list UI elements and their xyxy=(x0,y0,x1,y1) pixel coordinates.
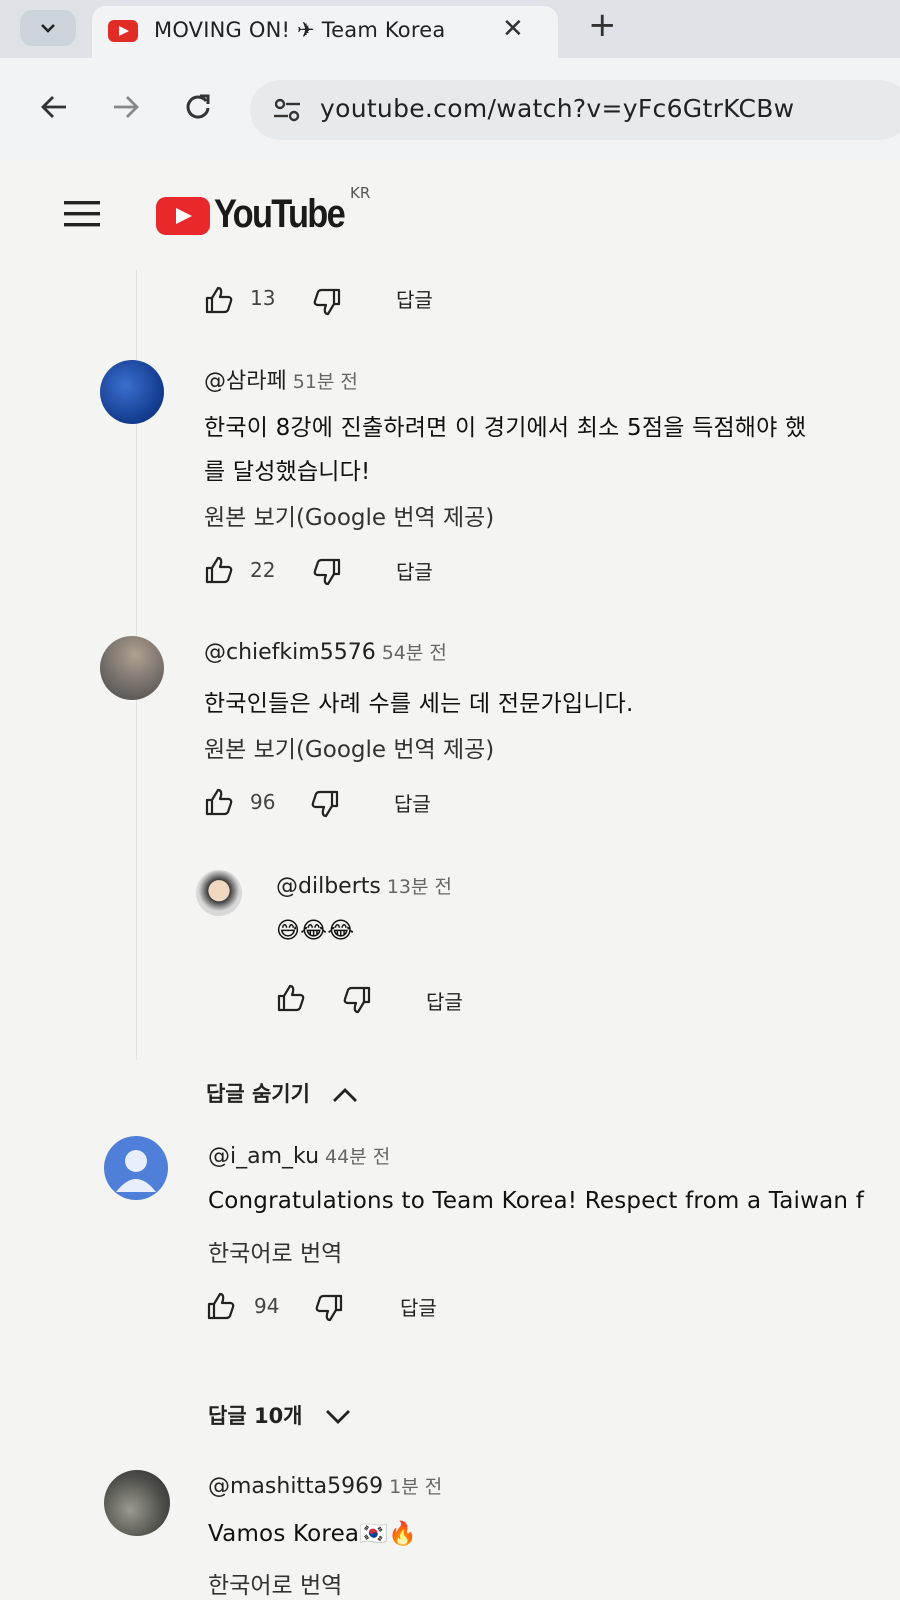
forward-icon[interactable] xyxy=(112,94,140,120)
like-icon[interactable] xyxy=(276,984,306,1012)
reply-button[interactable]: 답글 xyxy=(426,986,463,1015)
close-icon[interactable]: ✕ xyxy=(502,14,524,44)
comment-author-line: @dilberts 13분 전 xyxy=(276,872,452,899)
comment-author[interactable]: @삼라페 xyxy=(204,369,287,394)
reply-button[interactable]: 답글 xyxy=(394,788,431,817)
avatar[interactable] xyxy=(100,636,164,700)
comment-text-line1: 한국이 8강에 진출하려면 이 경기에서 최소 5점을 득점해야 했 xyxy=(204,415,807,441)
like-icon[interactable] xyxy=(204,788,234,816)
comment-text-line1: 😅😂😂 xyxy=(276,918,355,944)
default-avatar-icon xyxy=(116,1150,156,1192)
like-icon[interactable] xyxy=(206,1292,236,1320)
hide-replies-label: 답글 숨기기 xyxy=(206,1082,310,1106)
comment-time[interactable]: 51분 전 xyxy=(293,371,358,393)
back-icon[interactable] xyxy=(40,94,68,120)
like-count: 22 xyxy=(250,558,276,582)
tab-search-button[interactable] xyxy=(20,10,76,46)
like-icon[interactable] xyxy=(204,556,234,584)
plus-icon[interactable]: + xyxy=(588,5,617,45)
chevron-up-icon xyxy=(333,1088,358,1102)
reply-button[interactable]: 답글 xyxy=(400,1292,437,1321)
comment-text-line1: 한국인들은 사례 수를 세는 데 전문가입니다. xyxy=(204,691,634,717)
comment-author[interactable]: @dilberts xyxy=(276,874,381,899)
like-count: 94 xyxy=(254,1294,280,1318)
show-replies-label: 답글 10개 xyxy=(208,1404,303,1428)
like-icon[interactable] xyxy=(204,286,234,314)
youtube-wordmark[interactable]: YouTube xyxy=(214,192,346,237)
like-count: 96 xyxy=(250,790,276,814)
reply-button[interactable]: 답글 xyxy=(396,284,433,313)
youtube-favicon xyxy=(108,20,138,42)
comment-time[interactable]: 1분 전 xyxy=(389,1476,442,1498)
dislike-icon[interactable] xyxy=(314,1294,344,1322)
comment-time[interactable]: 13분 전 xyxy=(387,876,452,898)
comment-author-line: @i_am_ku 44분 전 xyxy=(208,1142,390,1169)
comment-text-line1: Vamos Korea🇰🇷🔥 xyxy=(208,1521,417,1547)
url-text: youtube.com/watch?v=yFc6GtrKCBw xyxy=(320,94,795,123)
translate-link[interactable]: 한국어로 번역 xyxy=(208,1566,342,1600)
dislike-icon[interactable] xyxy=(342,986,372,1014)
hide-replies-button[interactable]: 답글 숨기기 xyxy=(206,1078,359,1108)
reply-button[interactable]: 답글 xyxy=(396,556,433,585)
browser-tab-strip: MOVING ON! ✈ Team Korea ✕ + xyxy=(0,0,900,58)
chevron-down-icon xyxy=(325,1410,350,1424)
view-original-link[interactable]: 원본 보기(Google 번역 제공) xyxy=(204,498,494,532)
hamburger-icon[interactable] xyxy=(64,200,100,228)
youtube-masthead: YouTube KR xyxy=(0,160,900,268)
browser-tab[interactable]: MOVING ON! ✈ Team Korea ✕ xyxy=(92,6,558,58)
browser-toolbar: youtube.com/watch?v=yFc6GtrKCBw xyxy=(0,58,900,161)
dislike-icon[interactable] xyxy=(312,558,342,586)
comment-author[interactable]: @chiefkim5576 xyxy=(204,640,376,665)
comment-author-line: @chiefkim5576 54분 전 xyxy=(204,638,447,665)
reload-icon[interactable] xyxy=(184,92,212,120)
tab-title: MOVING ON! ✈ Team Korea xyxy=(154,18,446,42)
like-count: 13 xyxy=(250,286,276,310)
avatar[interactable] xyxy=(104,1136,168,1200)
comment-author-line: @mashitta5969 1분 전 xyxy=(208,1472,442,1499)
translate-link[interactable]: 한국어로 번역 xyxy=(208,1234,342,1268)
avatar[interactable] xyxy=(196,870,242,916)
comment-time[interactable]: 44분 전 xyxy=(325,1146,390,1168)
comment-author-line: @삼라페 51분 전 xyxy=(204,363,358,395)
comment-author[interactable]: @i_am_ku xyxy=(208,1144,319,1169)
comment-text-line2: 를 달성했습니다! xyxy=(204,459,371,485)
chevron-down-icon xyxy=(41,24,55,33)
site-settings-icon[interactable] xyxy=(272,98,302,122)
dislike-icon[interactable] xyxy=(310,790,340,818)
youtube-logo-icon[interactable] xyxy=(156,197,210,235)
comment-time[interactable]: 54분 전 xyxy=(382,642,447,664)
address-bar[interactable]: youtube.com/watch?v=yFc6GtrKCBw xyxy=(250,80,900,140)
country-code: KR xyxy=(350,184,371,202)
comment-text-line1: Congratulations to Team Korea! Respect f… xyxy=(208,1188,864,1214)
view-original-link[interactable]: 원본 보기(Google 번역 제공) xyxy=(204,730,494,764)
comment-author[interactable]: @mashitta5969 xyxy=(208,1474,383,1499)
avatar[interactable] xyxy=(104,1470,170,1536)
avatar[interactable] xyxy=(100,360,164,424)
show-replies-button[interactable]: 답글 10개 xyxy=(208,1400,352,1430)
dislike-icon[interactable] xyxy=(312,288,342,316)
